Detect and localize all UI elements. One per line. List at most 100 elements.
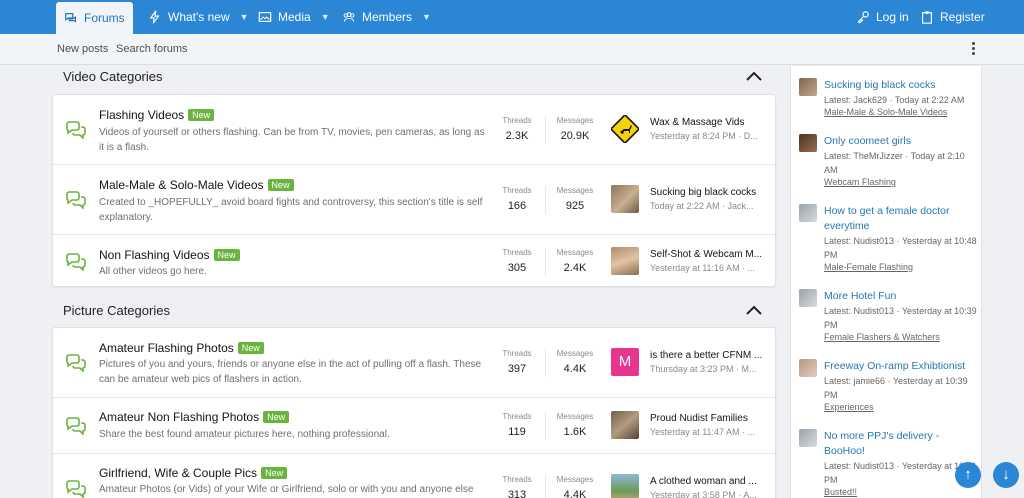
latest-thread-meta: Thursday at 3:23 PM · M...: [650, 364, 757, 374]
avatar[interactable]: [799, 289, 817, 307]
user-avatar-thumbnail[interactable]: [611, 185, 639, 213]
arrow-down-icon: ↓: [1002, 466, 1010, 483]
threads-stat: Threads 305: [502, 248, 532, 274]
nav-tab-whats-new[interactable]: What's new ▼: [148, 0, 249, 34]
latest-thread-title[interactable]: Sucking big black cocks: [650, 187, 772, 198]
comments-icon: [66, 253, 86, 271]
user-avatar-thumbnail[interactable]: [611, 247, 639, 275]
sidebar-thread-title[interactable]: Freeway On-ramp Exhibtionist: [824, 359, 979, 374]
chevron-up-icon[interactable]: [746, 305, 762, 315]
nav-tab-media-label: Media: [278, 10, 311, 24]
forum-description: Videos of yourself or others flashing. C…: [99, 127, 485, 153]
login-link-label: Log in: [876, 10, 909, 24]
threads-stat: Threads 166: [502, 186, 532, 212]
sidebar-thread-meta: Latest: Jack629 · Today at 2:22 AM: [824, 95, 965, 105]
login-link[interactable]: Log in: [856, 0, 909, 34]
latest-thread-meta: Today at 2:22 AM · Jack...: [650, 201, 754, 211]
forum-node[interactable]: Male-Male & Solo-Male Videos New Created …: [53, 165, 775, 235]
user-avatar-thumbnail[interactable]: [611, 474, 639, 498]
search-forums-link[interactable]: Search forums: [116, 34, 188, 65]
chevron-up-icon[interactable]: [746, 71, 762, 81]
comments-icon: [65, 13, 76, 23]
sidebar-thread-title[interactable]: Only coomeet girls: [824, 134, 979, 149]
messages-stat: Messages 20.9K: [556, 116, 594, 142]
forum-node[interactable]: Girlfriend, Wife & Couple Pics New Amateu…: [53, 454, 775, 498]
sidebar-thread-title[interactable]: No more PPJ's delivery - BooHoo!: [824, 429, 979, 459]
chevron-down-icon[interactable]: ▼: [422, 12, 431, 22]
latest-thread-title[interactable]: A clothed woman and ...: [650, 476, 772, 487]
new-badge: New: [261, 467, 288, 479]
chevron-down-icon[interactable]: ▼: [240, 12, 249, 22]
threads-stat: Threads 119: [502, 412, 532, 438]
sidebar-thread-meta: Latest: Nudist013 · Yesterday at 10:48 P…: [824, 236, 977, 260]
latest-thread-meta: Yesterday at 3:58 PM · A...: [650, 490, 757, 498]
latest-thread-title[interactable]: Proud Nudist Families: [650, 413, 772, 424]
chevron-down-icon[interactable]: ▼: [321, 12, 330, 22]
category-title[interactable]: Picture Categories: [63, 303, 170, 318]
new-badge: New: [237, 342, 264, 354]
user-avatar-thumbnail[interactable]: [611, 411, 639, 439]
clipboard-icon: [922, 11, 932, 24]
forum-title[interactable]: Amateur Non Flashing Photos: [99, 410, 259, 424]
comments-icon: [66, 480, 86, 498]
forum-title[interactable]: Girlfriend, Wife & Couple Pics: [99, 466, 257, 480]
forum-title[interactable]: Flashing Videos: [99, 108, 184, 122]
forum-node[interactable]: Flashing Videos New Videos of yourself or…: [53, 95, 775, 165]
new-badge: New: [213, 249, 240, 261]
letter-avatar[interactable]: M: [611, 348, 639, 376]
register-link-label: Register: [940, 10, 985, 24]
forum-node[interactable]: Amateur Non Flashing Photos New Share the…: [53, 398, 775, 454]
avatar[interactable]: [799, 359, 817, 377]
key-icon: [858, 11, 869, 23]
sidebar-thread-forum[interactable]: Webcam Flashing: [824, 177, 896, 187]
sidebar-thread-title[interactable]: How to get a female doctor everytime: [824, 204, 979, 234]
forum-description: Amateur Photos (or Vids) of your Wife or…: [99, 484, 474, 495]
new-badge: New: [263, 411, 290, 423]
latest-thread-meta: Yesterday at 11:16 AM · ...: [650, 263, 756, 273]
arrow-up-icon: ↑: [964, 466, 972, 483]
forum-description: Share the best found amateur pictures he…: [99, 429, 390, 440]
nav-tab-members[interactable]: Members ▼: [342, 0, 431, 34]
threads-stat: Threads 313: [502, 475, 532, 498]
sidebar-thread-forum[interactable]: Male-Male & Solo-Male Videos: [824, 107, 947, 117]
latest-thread-title[interactable]: Self-Shot & Webcam M...: [650, 249, 772, 260]
threads-stat: Threads 2.3K: [502, 116, 532, 142]
new-badge: New: [267, 179, 294, 191]
avatar[interactable]: [799, 78, 817, 96]
messages-stat: Messages 1.6K: [556, 412, 594, 438]
forum-title[interactable]: Non Flashing Videos: [99, 248, 210, 262]
avatar[interactable]: [799, 429, 817, 447]
deer-sign-thumbnail[interactable]: [609, 113, 641, 145]
comments-icon: [66, 191, 86, 209]
nav-tab-forums[interactable]: Forums: [56, 2, 133, 34]
avatar[interactable]: [799, 134, 817, 152]
forum-block-picture: Amateur Flashing Photos New Pictures of y…: [52, 327, 776, 498]
register-link[interactable]: Register: [920, 0, 985, 34]
sub-navigation: New posts Search forums: [0, 34, 1024, 65]
new-posts-link[interactable]: New posts: [57, 34, 108, 65]
sidebar-thread-forum[interactable]: Experiences: [824, 402, 874, 412]
latest-thread-title[interactable]: Wax & Massage Vids: [650, 117, 772, 128]
latest-posts-sidebar: Sucking big black cocks Latest: Jack629 …: [790, 66, 982, 498]
forum-title[interactable]: Amateur Flashing Photos: [99, 341, 234, 355]
forum-description: Pictures of you and yours, friends or an…: [99, 359, 482, 385]
scroll-up-button[interactable]: ↑: [955, 462, 981, 488]
forum-node[interactable]: Amateur Flashing Photos New Pictures of y…: [53, 328, 775, 398]
bolt-icon: [149, 10, 160, 24]
sidebar-thread-forum[interactable]: Busted!!: [824, 487, 857, 497]
forum-title[interactable]: Male-Male & Solo-Male Videos: [99, 178, 264, 192]
forum-block-video: Flashing Videos New Videos of yourself or…: [52, 94, 776, 287]
forum-node[interactable]: Non Flashing Videos New All other videos …: [53, 235, 775, 286]
forum-description: All other videos go here.: [99, 266, 207, 277]
scroll-down-button[interactable]: ↓: [993, 462, 1019, 488]
nav-tab-media[interactable]: Media ▼: [258, 0, 330, 34]
sidebar-thread-forum[interactable]: Female Flashers & Watchers: [824, 332, 940, 342]
category-title[interactable]: Video Categories: [63, 69, 163, 84]
avatar[interactable]: [799, 204, 817, 222]
more-options-icon[interactable]: [972, 42, 976, 56]
sidebar-thread-forum[interactable]: Male-Female Flashing: [824, 262, 913, 272]
sidebar-thread-title[interactable]: Sucking big black cocks: [824, 78, 979, 93]
latest-thread-meta: Yesterday at 11:47 AM · ...: [650, 427, 756, 437]
sidebar-thread-title[interactable]: More Hotel Fun: [824, 289, 979, 304]
latest-thread-title[interactable]: is there a better CFNM ...: [650, 350, 772, 361]
